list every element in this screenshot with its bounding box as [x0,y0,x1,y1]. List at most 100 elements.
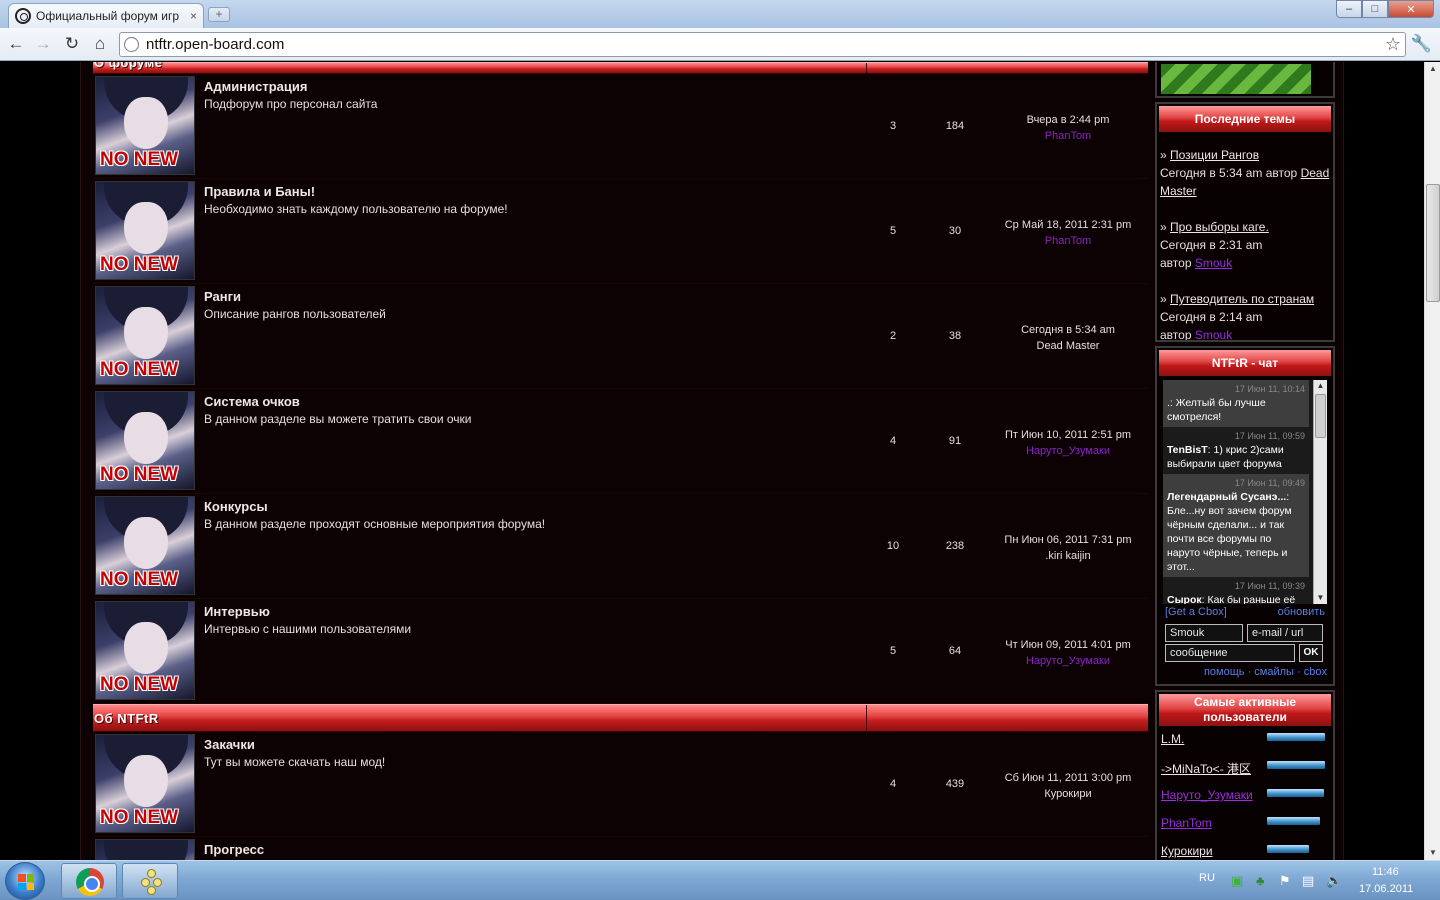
no-new-posts-icon[interactable]: NO NEW [95,839,195,860]
category-title[interactable]: Об NTFtR [94,711,159,726]
chat-scroll-down-icon[interactable]: ▼ [1314,592,1327,604]
tray-app-icon[interactable]: ▣ [1231,873,1243,889]
no-new-posts-icon[interactable]: NO NEW [95,496,195,595]
post-count: 91 [948,435,962,447]
tray-device-icon[interactable]: ▤ [1302,873,1314,889]
last-post: Вчера в 2:44 pm PhanTom [993,112,1143,144]
activity-bar [1267,761,1325,769]
active-user-link[interactable]: ->MiNaTo<- 港区 [1161,760,1251,777]
chat-date: 17 Июн 11, 09:39 [1234,581,1305,591]
category-title[interactable]: О форуме [94,62,163,70]
forum-name-link[interactable]: Интервью [204,604,270,619]
back-button[interactable]: ← [6,34,26,54]
icon-face [124,517,168,569]
new-tab-button[interactable]: + [208,7,230,22]
no-new-posts-icon[interactable]: NO NEW [95,286,195,385]
no-new-posts-icon[interactable]: NO NEW [95,181,195,280]
column-divider [866,63,867,73]
latest-topic-author[interactable]: Smouk [1195,256,1232,270]
get-cbox-link[interactable]: [Get a Cbox] [1165,606,1227,618]
forum-name-link[interactable]: Ранги [204,289,241,304]
category-header: О форуме [93,62,1148,74]
chat-message: 17 Июн 11, 09:59 TenBisT: 1) крис 2)сами… [1163,427,1309,474]
address-bar[interactable]: ntftr.open-board.com ☆ [119,32,1406,57]
forum-group: NO NEW Закачки Тут вы можете скачать наш м… [93,732,1148,860]
no-new-label: NO NEW [100,359,179,380]
latest-topic-author[interactable]: Smouk [1195,328,1232,340]
minimize-button[interactable]: – [1336,0,1362,18]
chat-scroll-up-icon[interactable]: ▲ [1314,380,1327,392]
maximize-button[interactable]: □ [1362,0,1388,18]
scroll-down-icon[interactable]: ▼ [1425,846,1440,860]
latest-topics-title: Последние темы [1159,106,1331,132]
topic-count: 2 [889,330,897,342]
last-post-user-link[interactable]: PhanTom [993,233,1143,249]
forum-name-link[interactable]: Администрация [204,79,307,94]
forum-row: NO NEW Правила и Баны! Необходимо знать ка… [93,179,1148,284]
scroll-up-icon[interactable]: ▲ [1425,62,1440,76]
close-window-button[interactable]: ✕ [1388,0,1434,18]
no-new-posts-icon[interactable]: NO NEW [95,734,195,833]
chat-smileys-link[interactable]: смайлы [1254,666,1294,678]
last-post-user-link[interactable]: .kiri kaijin [993,548,1143,564]
title-bar: Официальный форум игр × + – □ ✕ [0,0,1440,28]
browser-tab[interactable]: Официальный форум игр × [8,3,204,28]
taskbar-app-button[interactable] [122,863,178,899]
latest-topic-by: автор [1160,256,1192,270]
topic-count: 4 [889,778,897,790]
latest-topic-link[interactable]: Про выборы каге. [1170,220,1269,234]
active-user-link[interactable]: Наруто_Узумаки [1161,788,1253,802]
no-new-posts-icon[interactable]: NO NEW [95,391,195,490]
last-post-user-link[interactable]: Курокири [993,786,1143,802]
chat-send-button[interactable]: OK [1299,644,1323,662]
forum-name-link[interactable]: Прогресс [204,842,264,857]
tray-network-share-icon[interactable]: ♣ [1256,873,1265,888]
latest-topic-link[interactable]: Позиции Рангов [1170,148,1259,162]
active-user-link[interactable]: PhanTom [1161,816,1212,830]
active-user-link[interactable]: Курокири [1161,844,1213,858]
chat-help-link[interactable]: помощь [1204,666,1245,678]
reload-button[interactable]: ↻ [62,34,82,54]
latest-topic-link[interactable]: Путеводитель по странам [1170,292,1314,306]
icon-face [124,412,168,464]
last-post-date: Сб Июн 11, 2011 3:00 pm [1004,772,1132,784]
bookmark-star-icon[interactable]: ☆ [1385,34,1401,55]
forum-name-link[interactable]: Правила и Баны! [204,184,315,199]
last-post-user-link[interactable]: Dead Master [993,338,1143,354]
wrench-menu-icon[interactable]: 🔧 [1411,34,1432,54]
home-button[interactable]: ⌂ [90,34,110,54]
taskbar-chrome-button[interactable] [61,863,117,899]
post-count: 30 [948,225,962,237]
last-post-user-link[interactable]: Наруто_Узумаки [993,443,1143,459]
chat-email-input[interactable] [1247,624,1323,642]
clock-date[interactable]: 17.06.2011 [1359,883,1413,895]
last-post-user-link[interactable]: Наруто_Узумаки [993,653,1143,669]
banner-box [1155,62,1335,98]
chat-scrollbar[interactable]: ▲ ▼ [1313,380,1327,604]
tab-close-icon[interactable]: × [190,9,197,23]
last-post-user-link[interactable]: PhanTom [993,128,1143,144]
windows-taskbar: RU ▣ ♣ ⚑ ▤ 🔈 11:46 17.06.2011 [0,860,1440,900]
chat-cbox-link[interactable]: cbox [1304,666,1327,678]
forum-name-link[interactable]: Закачки [204,737,255,752]
action-center-flag-icon[interactable]: ⚑ [1279,873,1291,889]
volume-icon[interactable]: 🔈 [1326,873,1342,889]
no-new-posts-icon[interactable]: NO NEW [95,601,195,700]
latest-topic-time: Сегодня в 2:31 am [1160,238,1263,252]
post-count: 38 [948,330,962,342]
chat-refresh-link[interactable]: обновить [1278,606,1325,618]
chat-scroll-thumb[interactable] [1315,394,1326,438]
no-new-posts-icon[interactable]: NO NEW [95,76,195,175]
clock-time[interactable]: 11:46 [1372,866,1399,878]
forward-button[interactable]: → [33,34,53,54]
chat-messages: 17 Июн 11, 10:14 .: Желтый бы лучше смот… [1163,380,1309,604]
scroll-thumb[interactable] [1426,184,1440,302]
start-button[interactable] [5,862,45,900]
active-user-link[interactable]: L.M. [1161,732,1184,746]
forum-name-link[interactable]: Конкурсы [204,499,268,514]
chat-message-input[interactable] [1165,644,1295,662]
page-scrollbar[interactable]: ▲ ▼ [1424,62,1440,860]
forum-name-link[interactable]: Система очков [204,394,300,409]
language-indicator[interactable]: RU [1199,872,1215,884]
chat-name-input[interactable] [1165,624,1243,642]
